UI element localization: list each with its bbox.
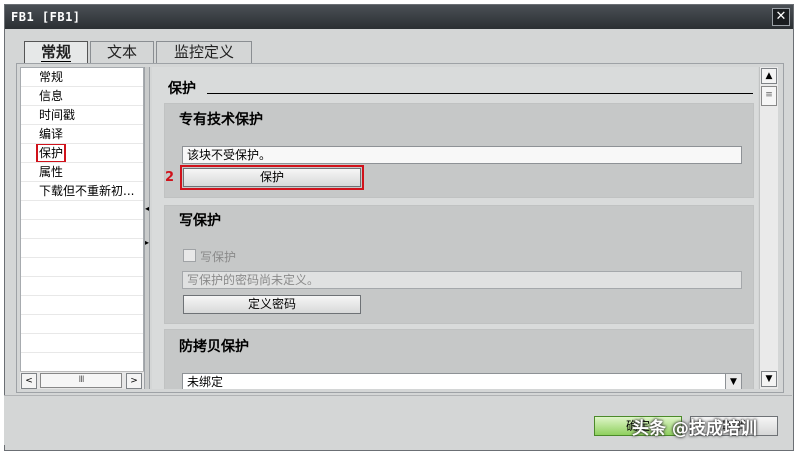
nav-item-attributes[interactable]: 属性 (21, 163, 143, 182)
nav-empty-row (21, 220, 143, 239)
chevron-down-icon[interactable]: ▼ (725, 374, 741, 389)
vertical-scroll-thumb[interactable]: ≡ (761, 86, 777, 106)
define-password-button[interactable]: 定义密码 (183, 295, 361, 314)
nav-item-protection[interactable]: 保护 (21, 144, 143, 163)
write-protection-section: 写保护 写保护 写保护的密码尚未定义。 定义密码 (164, 205, 754, 324)
scroll-down-button[interactable]: ▼ (761, 371, 777, 387)
nav-horizontal-scrollbar[interactable]: < III > (20, 371, 144, 389)
tab-monitoring-definition[interactable]: 监控定义 (156, 41, 252, 63)
nav-item-label: 常规 (39, 70, 64, 84)
nav-empty-row (21, 315, 143, 334)
write-protection-heading: 写保护 (179, 213, 221, 229)
nav-empty-row (21, 201, 143, 220)
nav-item-label: 编译 (39, 127, 64, 141)
main-vertical-scrollbar[interactable]: ▲ ≡ ▼ (759, 67, 778, 389)
watermark: 头条 @技成培训 (632, 419, 757, 439)
tab-general-label: 常规 (40, 43, 71, 62)
copy-protection-selected-value: 未绑定 (187, 375, 224, 389)
nav-item-label: 属性 (39, 165, 64, 179)
scroll-left-button[interactable]: < (21, 373, 37, 389)
nav-empty-row (21, 296, 143, 315)
nav-item-compile[interactable]: 编译 (21, 125, 143, 144)
scroll-right-button[interactable]: > (126, 373, 142, 389)
collapse-pane-icon[interactable]: ◂ (145, 205, 150, 213)
highlight-box (180, 165, 364, 190)
page-title: 保护 (168, 81, 196, 97)
scroll-up-button[interactable]: ▲ (761, 68, 777, 84)
copy-protection-section: 防拷贝保护 未绑定 ▼ (164, 329, 754, 389)
write-protect-checkbox-label: 写保护 (200, 250, 237, 264)
nav-empty-row (21, 239, 143, 258)
write-protect-status-field: 写保护的密码尚未定义。 (182, 271, 742, 289)
tab-general[interactable]: 常规 (24, 41, 88, 65)
close-button[interactable]: ✕ (772, 8, 790, 26)
copy-protection-dropdown[interactable]: 未绑定 ▼ (182, 373, 742, 389)
expand-pane-icon[interactable]: ▸ (145, 239, 150, 247)
nav-empty-row (21, 353, 143, 372)
protection-panel: 保护 专有技术保护 该块不受保护。 保护 2 写保护 写保护 写保护的密码尚未定… (152, 67, 758, 389)
title-divider (207, 93, 753, 94)
tab-text[interactable]: 文本 (90, 41, 154, 63)
dialog-footer: 确定 取消 头条 @技成培训 (4, 395, 792, 445)
nav-item-label: 时间戳 (39, 108, 76, 122)
nav-item-timestamp[interactable]: 时间戳 (21, 106, 143, 125)
pane-splitter[interactable]: ◂ ▸ (144, 67, 150, 389)
know-how-protection-heading: 专有技术保护 (179, 112, 263, 128)
nav-item-download-without-reinit[interactable]: 下载但不重新初... (21, 182, 143, 201)
know-how-status-field: 该块不受保护。 (182, 146, 742, 164)
nav-item-label: 信息 (39, 89, 64, 103)
navigation-tree: 常规 信息 时间戳 编译 保护 属性 下载但不重新初... (20, 67, 144, 389)
nav-item-label: 保护 (35, 144, 67, 162)
horizontal-scroll-thumb[interactable]: III (40, 373, 122, 388)
step-marker: 2 (165, 170, 175, 185)
nav-item-label: 下载但不重新初... (39, 184, 135, 198)
copy-protection-heading: 防拷贝保护 (179, 339, 249, 355)
nav-item-info[interactable]: 信息 (21, 87, 143, 106)
know-how-protection-section: 专有技术保护 该块不受保护。 保护 (164, 103, 754, 198)
write-protect-checkbox[interactable] (183, 249, 196, 262)
nav-empty-row (21, 334, 143, 353)
window-title: FB1 [FB1] (11, 10, 81, 24)
nav-item-general[interactable]: 常规 (21, 68, 143, 87)
nav-empty-row (21, 277, 143, 296)
title-bar[interactable]: FB1 [FB1] ✕ (5, 5, 793, 29)
nav-empty-row (21, 258, 143, 277)
